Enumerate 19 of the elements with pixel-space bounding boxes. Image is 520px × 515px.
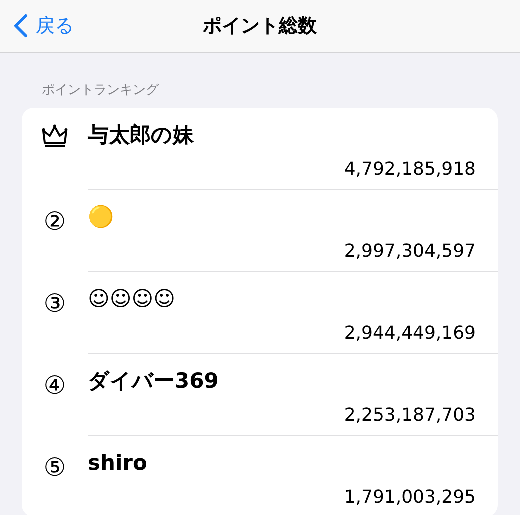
back-button[interactable]: 戻る — [10, 10, 78, 42]
crown-icon — [42, 124, 68, 148]
player-name: 与太郎の妹 — [88, 122, 195, 149]
rank-number: ② — [44, 206, 66, 238]
rank-number: ⑤ — [44, 452, 66, 484]
chevron-left-icon — [14, 14, 28, 38]
player-name: ダイバー369 — [88, 368, 220, 395]
screen-title: ポイント総数 — [203, 14, 317, 39]
point-total: 4,792,185,918 — [343, 158, 476, 182]
point-total: 2,997,304,597 — [343, 240, 476, 264]
section-header: ポイントランキング — [41, 82, 160, 99]
player-name: shiro — [88, 450, 148, 477]
rank-number: ④ — [44, 370, 66, 402]
player-name: 🟡 — [88, 204, 115, 231]
player-name: ☺☺☺☺ — [88, 286, 177, 313]
point-total: 1,791,003,295 — [343, 486, 476, 510]
rank-number: ③ — [44, 288, 66, 320]
point-total: 2,253,187,703 — [343, 404, 476, 428]
point-total: 2,944,449,169 — [343, 322, 476, 346]
